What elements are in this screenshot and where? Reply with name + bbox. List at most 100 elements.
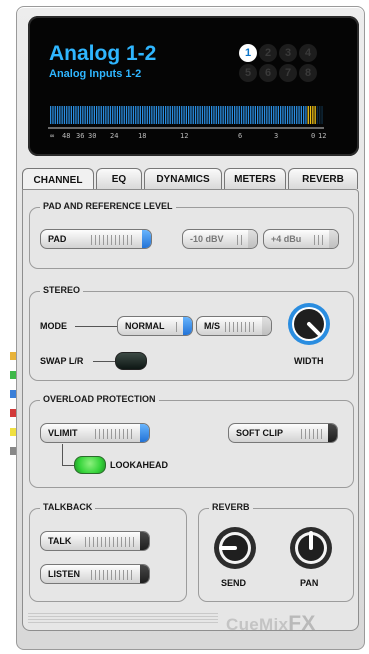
- meter-segment: [236, 106, 238, 124]
- footer-decoration: [28, 611, 218, 625]
- meter-segment: [307, 106, 309, 124]
- reference-minus10-label: -10 dBV: [190, 234, 224, 244]
- channel-display: Analog 1-2 Analog Inputs 1-2 1 2 3 4 5 6…: [28, 16, 359, 156]
- normal-mode-button[interactable]: NORMAL: [117, 316, 193, 336]
- meter-segment: [305, 106, 307, 124]
- meter-segment: [261, 106, 263, 124]
- meter-segment: [273, 106, 275, 124]
- meter-segment: [59, 106, 61, 124]
- meter-segment: [84, 106, 86, 124]
- meter-segment: [293, 106, 296, 124]
- tab-reverb[interactable]: REVERB: [288, 168, 358, 189]
- meter-segment: [121, 106, 123, 124]
- meter-tick: 12: [318, 132, 327, 140]
- meter-tick: 6: [238, 132, 243, 140]
- ms-mode-button[interactable]: M/S: [196, 316, 272, 336]
- talkback-group: TALKBACK TALK LISTEN: [29, 502, 187, 602]
- meter-segment: [142, 106, 144, 124]
- meter-segment: [197, 106, 199, 124]
- meter-segment: [139, 106, 141, 124]
- tab-meters[interactable]: METERS: [224, 168, 286, 189]
- soft-clip-label: SOFT CLIP: [236, 428, 283, 438]
- meter-segment: [144, 106, 146, 124]
- swap-lr-toggle[interactable]: [115, 352, 147, 370]
- talk-button[interactable]: TALK: [40, 531, 150, 551]
- channel-chip[interactable]: 4: [299, 44, 317, 62]
- meter-segment: [188, 106, 190, 124]
- meter-segment: [98, 106, 100, 124]
- button-grip: [237, 235, 243, 245]
- meter-segment: [105, 106, 107, 124]
- channel-selector: 1 2 3 4 5 6 7 8: [239, 44, 323, 82]
- meter-segment: [277, 106, 279, 124]
- pan-knob[interactable]: [289, 526, 333, 570]
- channel-chip[interactable]: 6: [259, 64, 277, 82]
- meter-segment: [238, 106, 240, 124]
- button-grip: [301, 429, 323, 439]
- meter-segment: [137, 106, 139, 124]
- meter-segment: [162, 106, 164, 124]
- overload-protection-group: OVERLOAD PROTECTION VLIMIT LOOKAHEAD SOF…: [29, 394, 354, 488]
- meter-segment: [119, 106, 121, 124]
- width-knob[interactable]: [287, 302, 331, 346]
- lookahead-led[interactable]: [74, 456, 106, 474]
- reference-plus4-button[interactable]: +4 dBu: [263, 229, 339, 249]
- meter-segment: [96, 106, 98, 124]
- vlimit-label: VLIMIT: [48, 428, 78, 438]
- meter-segment: [75, 106, 77, 124]
- listen-label: LISTEN: [48, 569, 81, 579]
- channel-chip[interactable]: 5: [239, 64, 257, 82]
- tab-dynamics[interactable]: DYNAMICS: [144, 168, 222, 189]
- reference-minus10-button[interactable]: -10 dBV: [182, 229, 258, 249]
- meter-segment: [321, 106, 323, 124]
- meter-tick: 0: [311, 132, 316, 140]
- meter-segment: [224, 106, 227, 124]
- meter-segment: [263, 106, 266, 124]
- meter-segment: [312, 106, 314, 124]
- meter-segment: [240, 106, 243, 124]
- button-grip: [176, 322, 180, 332]
- button-indicator: [262, 317, 271, 335]
- tab-channel[interactable]: CHANNEL: [22, 168, 94, 191]
- soft-clip-button[interactable]: SOFT CLIP: [228, 423, 338, 443]
- meter-segment: [190, 106, 192, 124]
- meter-segment: [289, 106, 291, 124]
- tab-eq[interactable]: EQ: [96, 168, 142, 189]
- button-grip: [91, 235, 135, 245]
- meter-segment: [316, 106, 319, 124]
- button-indicator: [140, 424, 149, 442]
- channel-chip[interactable]: 7: [279, 64, 297, 82]
- meter-segment: [70, 106, 72, 124]
- meter-segment: [291, 106, 293, 124]
- meter-segment: [229, 106, 231, 124]
- meter-segment: [77, 106, 79, 124]
- button-grip: [85, 537, 135, 547]
- meter-segment: [204, 106, 206, 124]
- meter-segment: [132, 106, 135, 124]
- channel-chip[interactable]: 1: [239, 44, 257, 62]
- meter-segment: [52, 106, 54, 124]
- button-grip: [314, 235, 324, 245]
- meter-segment: [125, 106, 128, 124]
- meter-tick: 12: [180, 132, 189, 140]
- width-label: WIDTH: [294, 356, 324, 366]
- meter-segment: [82, 106, 84, 124]
- channel-chip[interactable]: 8: [299, 64, 317, 82]
- meter-segment: [79, 106, 82, 124]
- meter-segment: [296, 106, 298, 124]
- send-knob[interactable]: [213, 526, 257, 570]
- pad-button[interactable]: PAD: [40, 229, 152, 249]
- meter-segment: [181, 106, 183, 124]
- channel-tab-content: PAD AND REFERENCE LEVEL PAD -10 dBV +4 d…: [22, 189, 359, 631]
- meter-segment: [130, 106, 132, 124]
- meter-segment: [247, 106, 250, 124]
- vlimit-button[interactable]: VLIMIT: [40, 423, 150, 443]
- channel-chip[interactable]: 3: [279, 44, 297, 62]
- swap-connector: [93, 361, 115, 362]
- channel-chip[interactable]: 2: [259, 44, 277, 62]
- logo-fx: FX: [288, 612, 316, 635]
- pan-label: PAN: [300, 578, 319, 588]
- meter-segment: [93, 106, 95, 124]
- listen-button[interactable]: LISTEN: [40, 564, 150, 584]
- meter-segment: [73, 106, 75, 124]
